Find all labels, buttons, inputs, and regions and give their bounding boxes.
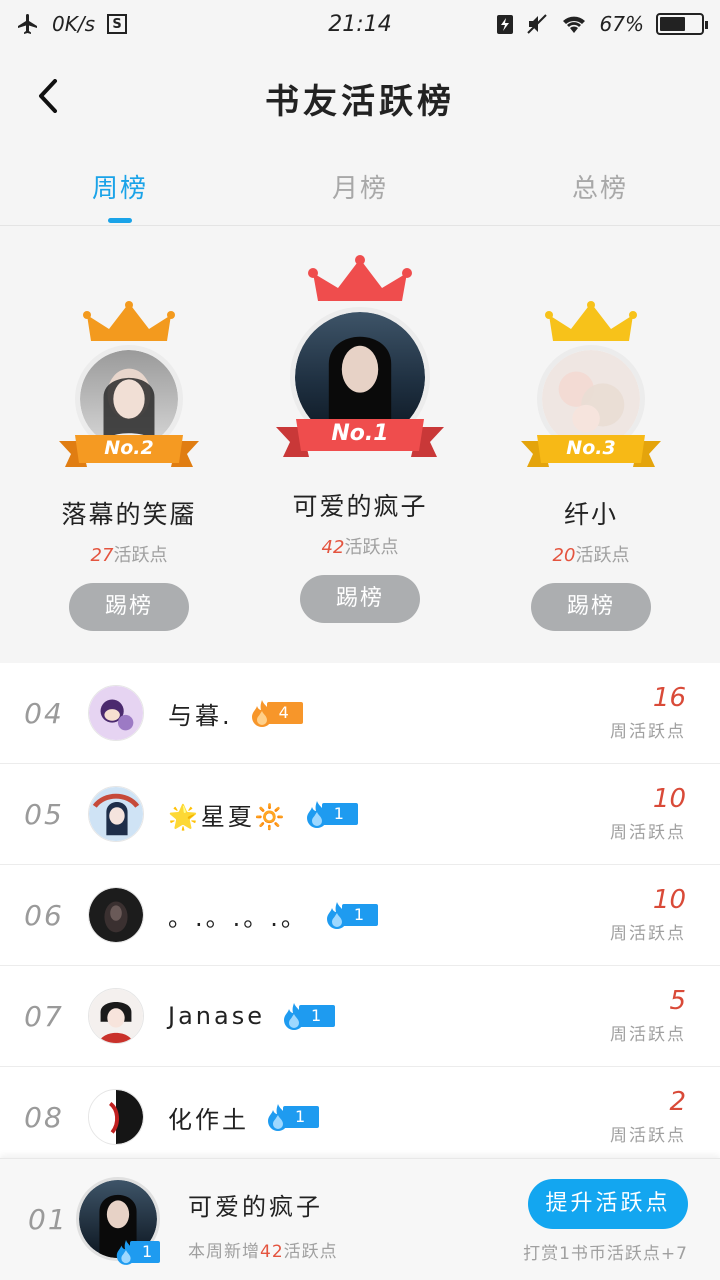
podium-points: 27活跃点 (90, 545, 168, 566)
podium-name: 可爱的疯子 (292, 492, 428, 521)
score-label: 周活跃点 (610, 1126, 686, 1146)
airplane-icon (18, 14, 37, 34)
score-value: 2 (669, 1087, 686, 1117)
page-title: 书友活跃榜 (265, 81, 455, 122)
flame-icon (306, 801, 327, 828)
wifi-icon (562, 16, 585, 33)
back-button[interactable] (28, 76, 68, 116)
list-item[interactable]: 05 🌟星夏🔆 1 10 周活跃点 (0, 764, 720, 865)
mute-icon (526, 14, 547, 34)
rank-label: No.3 (566, 437, 616, 459)
flame-icon (268, 1104, 288, 1131)
kick-button[interactable]: 踢榜 (300, 575, 420, 623)
kick-button[interactable]: 踢榜 (69, 583, 189, 631)
score-label: 周活跃点 (610, 823, 686, 843)
rank-number: 06 (24, 898, 64, 932)
level-badge: 1 (324, 902, 378, 929)
list-item[interactable]: 04 与暮. 4 16 周活跃点 (0, 663, 720, 764)
kick-button[interactable]: 踢榜 (531, 583, 651, 631)
boost-activity-button[interactable]: 提升活跃点 (528, 1179, 688, 1229)
score-block: 10 周活跃点 (610, 885, 686, 944)
podium-third: No.3 纤小 20活跃点 踢榜 (491, 301, 691, 631)
score-label: 周活跃点 (610, 924, 686, 944)
list-item[interactable]: 08 化作土 1 2 周活跃点 (0, 1067, 720, 1168)
rank-number: 04 (24, 696, 64, 730)
user-name: 🌟星夏🔆 (168, 802, 288, 831)
podium: No.2 落幕的笑靥 27活跃点 踢榜 No.1 可爱的疯子 42活跃点 踢榜 … (0, 227, 720, 647)
tab-total[interactable]: 总榜 (480, 148, 720, 225)
level-badge: 1 (304, 801, 358, 828)
user-name: 。.。.。.。 (168, 903, 308, 932)
app-header: 书友活跃榜 (0, 48, 720, 148)
tip-hint: 打赏1书币活跃点+7 (523, 1244, 688, 1264)
ranking-list: 04 与暮. 4 16 周活跃点 05 🌟星夏🔆 1 10 周活跃点 06 。.… (0, 663, 720, 1168)
tab-weekly[interactable]: 周榜 (0, 148, 240, 225)
podium-second: No.2 落幕的笑靥 27活跃点 踢榜 (29, 301, 229, 631)
list-item[interactable]: 07 Janase 1 5 周活跃点 (0, 966, 720, 1067)
rank-number: 01 (28, 1203, 68, 1236)
flame-icon (116, 1240, 136, 1265)
rank-number: 07 (24, 999, 64, 1033)
rank-label: No.1 (331, 421, 389, 446)
tab-bar: 周榜 月榜 总榜 (0, 148, 720, 226)
level-badge: 1 (114, 1239, 161, 1265)
flame-icon (326, 902, 347, 929)
battery-icon (656, 13, 708, 35)
score-block: 2 周活跃点 (610, 1087, 686, 1146)
rank-number: 05 (24, 797, 64, 831)
flame-icon (251, 700, 272, 727)
crown-icon (308, 255, 412, 301)
score-label: 周活跃点 (610, 1025, 686, 1045)
level-badge: 1 (265, 1104, 319, 1131)
score-value: 5 (669, 986, 686, 1016)
score-value: 10 (652, 784, 686, 814)
podium-name: 落幕的笑靥 (61, 500, 197, 529)
rank-number: 08 (24, 1100, 64, 1134)
list-item[interactable]: 06 。.。.。.。 1 10 周活跃点 (0, 865, 720, 966)
status-bar: 0K/s S 21:14 67% (0, 0, 720, 48)
score-value: 10 (652, 885, 686, 915)
s-app-icon: S (107, 14, 127, 34)
podium-name: 纤小 (563, 500, 618, 529)
my-name: 可爱的疯子 (188, 1193, 323, 1221)
level-badge: 4 (249, 700, 303, 727)
score-block: 5 周活跃点 (610, 986, 686, 1045)
user-name: 与暮. (168, 701, 233, 730)
podium-points: 20活跃点 (552, 545, 630, 566)
avatar[interactable] (88, 887, 144, 943)
my-rank-bar: 01 1 可爱的疯子 本周新增42活跃点 提升活跃点 打赏1书币活跃点+7 (0, 1158, 720, 1280)
podium-first: No.1 可爱的疯子 42活跃点 踢榜 (260, 255, 460, 623)
avatar[interactable] (88, 988, 144, 1044)
my-weekly-gain: 本周新增42活跃点 (188, 1242, 338, 1262)
podium-points: 42活跃点 (321, 537, 399, 558)
flame-icon (283, 1003, 304, 1030)
rank-label: No.2 (104, 437, 154, 459)
level-badge: 1 (281, 1003, 335, 1030)
score-block: 10 周活跃点 (610, 784, 686, 843)
score-label: 周活跃点 (610, 722, 686, 742)
user-name: Janase (168, 1002, 265, 1030)
tab-monthly[interactable]: 月榜 (240, 148, 480, 225)
score-value: 16 (652, 683, 686, 713)
avatar[interactable] (88, 1089, 144, 1145)
user-name: 化作土 (168, 1105, 249, 1134)
net-speed: 0K/s (52, 12, 95, 36)
score-block: 16 周活跃点 (610, 683, 686, 742)
charging-icon (496, 15, 513, 34)
crown-icon (83, 301, 175, 341)
crown-icon (545, 301, 637, 341)
battery-percent: 67% (599, 12, 644, 36)
avatar[interactable] (88, 786, 144, 842)
chevron-left-icon (39, 79, 57, 113)
avatar[interactable] (88, 685, 144, 741)
